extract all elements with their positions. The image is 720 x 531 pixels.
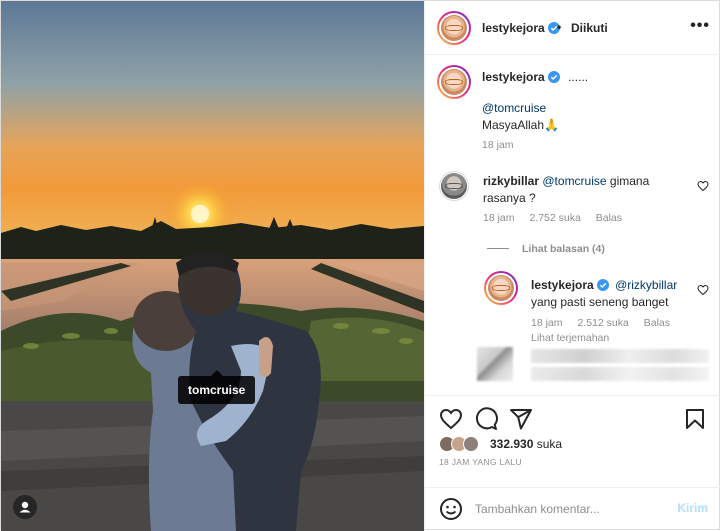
view-replies-button[interactable]: Lihat balasan (4) bbox=[522, 243, 605, 255]
reply-like-heart-icon[interactable] bbox=[697, 284, 709, 296]
reply-meta: 18 jam 2.512 suka Balas bbox=[531, 317, 682, 329]
reply-reply-button[interactable]: Balas bbox=[644, 317, 670, 329]
comment-meta: 18 jam 2.752 suka Balas bbox=[483, 212, 634, 224]
verified-badge-icon bbox=[596, 279, 609, 291]
sunset-rice-field-photo bbox=[1, 1, 424, 531]
header-separator: • bbox=[557, 20, 562, 34]
author-username-row: lestykejora bbox=[482, 21, 560, 35]
author-avatar[interactable] bbox=[437, 11, 471, 45]
see-translation-button[interactable]: Lihat terjemahan bbox=[531, 332, 609, 344]
author-username[interactable]: lestykejora bbox=[482, 21, 545, 35]
instagram-post-window: tomcruise lestykejora • Diikuti ••• lest… bbox=[0, 0, 720, 531]
pixelated-comment-line bbox=[531, 367, 709, 381]
send-icon[interactable] bbox=[509, 407, 533, 431]
caption-body: MasyaAllah🙏 bbox=[482, 118, 559, 132]
heart-icon[interactable] bbox=[439, 407, 463, 431]
reply-text: lestykejora @rizkybillar yang pasti sene… bbox=[531, 277, 701, 311]
reply-mention[interactable]: @rizkybillar bbox=[615, 278, 677, 292]
comment-text: rizkybillar @tomcruise gimana rasanya ? bbox=[483, 173, 693, 207]
replies-divider bbox=[487, 248, 509, 249]
likes-count[interactable]: 332.930 suka bbox=[490, 437, 562, 451]
comment-mention[interactable]: @tomcruise bbox=[542, 174, 606, 188]
caption-text: ...... bbox=[568, 70, 589, 84]
following-button[interactable]: Diikuti bbox=[571, 21, 608, 35]
caption-username[interactable]: lestykejora bbox=[482, 70, 545, 84]
comment-text-line1: gimana bbox=[609, 174, 650, 188]
pixelated-avatar bbox=[477, 347, 513, 381]
comment-composer: Tambahkan komentar... Kirim bbox=[425, 487, 720, 531]
post-photo[interactable]: tomcruise bbox=[1, 1, 424, 531]
caption-author-avatar[interactable] bbox=[437, 65, 471, 99]
caption-time: 18 jam bbox=[482, 139, 514, 151]
post-time-ago[interactable]: 18 JAM YANG LALU bbox=[439, 457, 522, 467]
caption-mention[interactable]: @tomcruise bbox=[482, 100, 546, 117]
emoji-icon[interactable] bbox=[439, 497, 463, 521]
bookmark-icon[interactable] bbox=[683, 407, 707, 431]
comment-likes[interactable]: 2.752 suka bbox=[529, 212, 580, 224]
reply-username[interactable]: lestykejora bbox=[531, 278, 594, 292]
reply-author-avatar[interactable] bbox=[484, 271, 518, 305]
likes-suffix: suka bbox=[536, 437, 563, 451]
tagged-user-label[interactable]: tomcruise bbox=[178, 370, 256, 404]
reply-body: yang pasti seneng banget bbox=[531, 295, 669, 309]
pixelated-comment-line bbox=[531, 349, 709, 363]
caption-header: lestykejora ...... bbox=[482, 69, 588, 86]
post-header: lestykejora • Diikuti ••• bbox=[425, 1, 720, 55]
more-options-icon[interactable]: ••• bbox=[690, 17, 710, 35]
reply-time: 18 jam bbox=[531, 317, 563, 329]
reply-likes[interactable]: 2.512 suka bbox=[577, 317, 628, 329]
post-side-panel: lestykejora • Diikuti ••• lestykejora ..… bbox=[424, 1, 720, 531]
likes-number: 332.930 bbox=[490, 437, 534, 451]
send-comment-button[interactable]: Kirim bbox=[677, 501, 708, 515]
verified-badge-icon bbox=[547, 71, 560, 83]
user-tag-icon[interactable] bbox=[13, 495, 37, 519]
comment-input[interactable]: Tambahkan komentar... bbox=[475, 502, 600, 516]
comment-time: 18 jam bbox=[483, 212, 515, 224]
commenter-avatar[interactable] bbox=[439, 171, 469, 201]
comment-username[interactable]: rizkybillar bbox=[483, 174, 539, 188]
comment-reply-button[interactable]: Balas bbox=[596, 212, 622, 224]
comment-text-line2: rasanya ? bbox=[483, 191, 536, 205]
comment-icon[interactable] bbox=[474, 407, 498, 431]
comment-like-heart-icon[interactable] bbox=[697, 180, 709, 192]
comments-list[interactable]: lestykejora ...... @tomcruise MasyaAllah… bbox=[425, 55, 720, 395]
liker-avatar bbox=[463, 436, 479, 452]
